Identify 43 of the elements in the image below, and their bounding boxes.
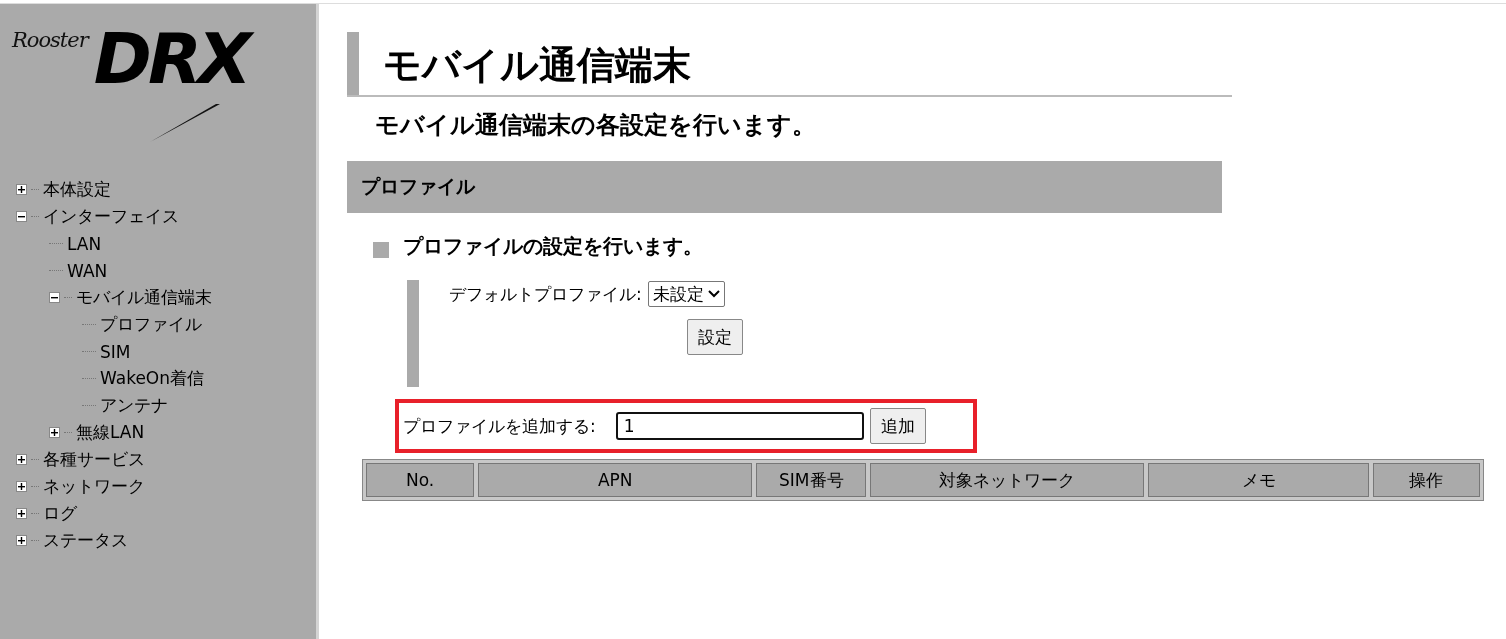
bullet-icon xyxy=(373,241,389,258)
tree-item[interactable]: LAN xyxy=(67,233,102,254)
chevron-down-icon xyxy=(707,290,720,298)
logo-text: Rooster xyxy=(12,30,88,51)
collapse-icon[interactable] xyxy=(49,292,60,303)
tree-item[interactable]: ステータス xyxy=(43,529,128,552)
expand-icon[interactable] xyxy=(16,508,27,519)
profile-name-input[interactable]: 1 xyxy=(615,412,864,440)
column-header: No. xyxy=(366,463,475,497)
column-header: 対象ネットワーク xyxy=(870,463,1145,497)
tree-item[interactable]: インターフェイス xyxy=(43,205,179,228)
column-header: SIM番号 xyxy=(756,463,867,497)
tree-item[interactable]: ログ xyxy=(43,502,77,525)
tree-item[interactable]: 無線LAN xyxy=(76,421,145,444)
section-description: プロファイルの設定を行います。 xyxy=(403,233,703,260)
title-marker xyxy=(347,32,359,95)
tree-item[interactable]: プロファイル xyxy=(100,313,202,336)
expand-icon[interactable] xyxy=(16,535,27,546)
field-label: プロファイルを追加する: xyxy=(403,414,596,438)
expand-icon[interactable] xyxy=(16,481,27,492)
tree-item[interactable]: モバイル通信端末 xyxy=(76,286,212,309)
expand-icon[interactable] xyxy=(16,454,27,465)
logo-text: DRX xyxy=(93,24,256,94)
tree-item[interactable]: SIM xyxy=(100,341,131,362)
tree-item[interactable]: 本体設定 xyxy=(43,178,111,201)
profile-select[interactable]: 未設定 xyxy=(647,281,725,307)
expand-icon[interactable] xyxy=(16,184,27,195)
tree-item[interactable]: 各種サービス xyxy=(43,448,145,471)
collapse-icon[interactable] xyxy=(16,211,27,222)
tree-item[interactable]: WakeOn着信 xyxy=(100,367,204,390)
column-header: メモ xyxy=(1148,463,1369,497)
tree-item[interactable]: アンテナ xyxy=(100,394,168,417)
column-header: 操作 xyxy=(1372,463,1480,497)
section-header: プロファイル xyxy=(347,161,1222,213)
column-header: APN xyxy=(478,463,753,497)
field-label: デフォルトプロファイル: xyxy=(449,282,642,306)
set-button[interactable]: 設定 xyxy=(687,319,743,355)
tree-item[interactable]: ネットワーク xyxy=(43,475,145,498)
page-subtitle: モバイル通信端末の各設定を行います。 xyxy=(375,110,817,141)
page-title: モバイル通信端末 xyxy=(383,42,691,89)
expand-icon[interactable] xyxy=(49,427,60,438)
add-button[interactable]: 追加 xyxy=(869,408,926,444)
tree-item[interactable]: WAN xyxy=(67,260,108,281)
